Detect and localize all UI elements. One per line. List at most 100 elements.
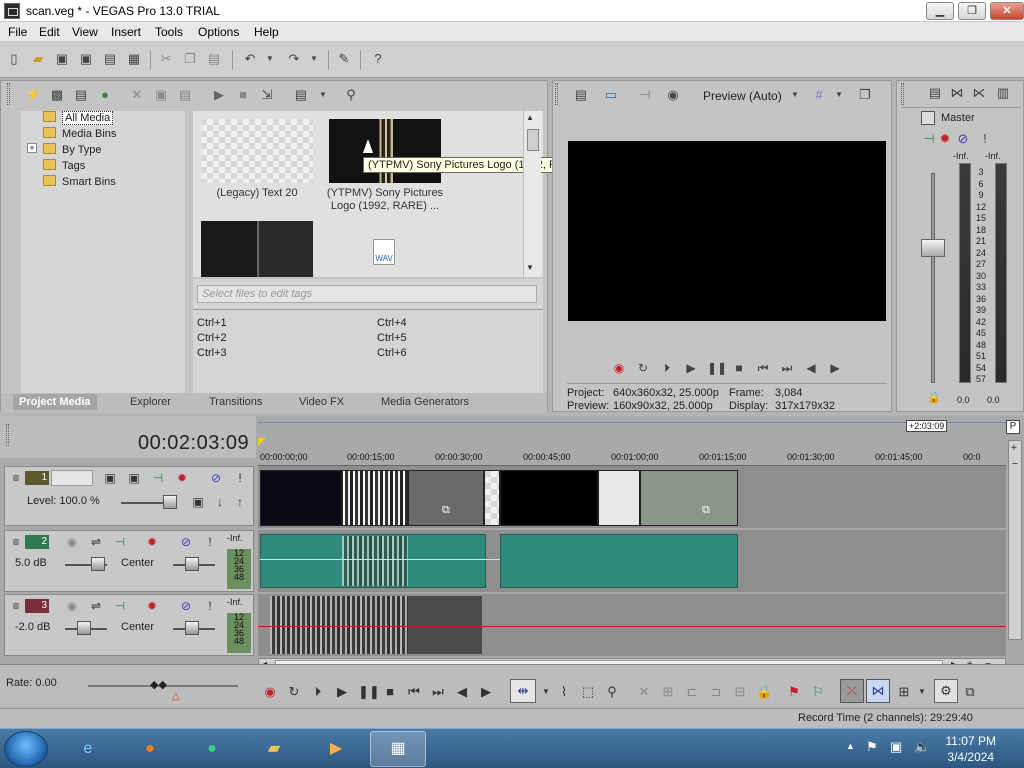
volume-slider-knob[interactable]	[91, 557, 105, 571]
menu-file[interactable]: File	[8, 25, 27, 39]
tree-item-media-bins[interactable]: Media Bins	[43, 127, 116, 142]
arm-record-icon[interactable]: ◉	[65, 599, 79, 613]
invert-phase-icon[interactable]: ⇌	[89, 599, 103, 613]
preview-quality-dropdown[interactable]: Preview (Auto)	[703, 89, 782, 103]
play-icon[interactable]: ▶	[683, 360, 699, 376]
shortcut-label[interactable]: Ctrl+5	[377, 332, 407, 344]
stop-icon[interactable]: ■	[382, 684, 398, 700]
invert-phase-icon[interactable]: ⇌	[89, 535, 103, 549]
panel-grip[interactable]	[901, 83, 904, 105]
redo-icon[interactable]: ↷	[286, 51, 302, 67]
scroll-thumb[interactable]	[527, 129, 539, 151]
minimize-button[interactable]: ▁	[926, 2, 954, 20]
explorer-icon[interactable]: ▰	[246, 731, 302, 767]
track-menu-icon[interactable]: ≡	[9, 535, 23, 549]
save-as-icon[interactable]: ▣	[78, 51, 94, 67]
make-child-icon[interactable]: ↓	[213, 495, 227, 509]
go-to-end-icon[interactable]: ⏭	[430, 684, 446, 700]
tag-input[interactable]: Select files to edit tags	[197, 285, 537, 303]
trim-icon[interactable]: ⊞	[660, 684, 676, 700]
open-icon[interactable]: ▰	[30, 51, 46, 67]
envelope-tool-icon[interactable]: ⌇	[556, 684, 572, 700]
cut-icon[interactable]: ✂	[158, 51, 174, 67]
vegas-icon[interactable]: ▦	[370, 731, 426, 767]
snapping-dropdown-icon[interactable]: ▼	[914, 684, 930, 700]
volume-muted-icon[interactable]: 🔈	[914, 739, 930, 755]
edit-tool-dropdown-icon[interactable]: ▼	[538, 684, 554, 700]
pause-icon[interactable]: ❚❚	[707, 360, 727, 376]
track-lane-audio[interactable]	[258, 530, 1006, 592]
lock-icon[interactable]: 🔒	[756, 684, 772, 700]
close-button[interactable]: ✕	[990, 2, 1024, 20]
solo-icon[interactable]: !	[233, 471, 247, 485]
trim-end-icon[interactable]: ⊐	[708, 684, 724, 700]
preview-properties-icon[interactable]: ▤	[573, 87, 589, 103]
play-from-start-icon[interactable]: ⏵	[310, 684, 326, 700]
split-icon[interactable]: ⊟	[732, 684, 748, 700]
media-scrollbar[interactable]: ▲ ▼	[523, 111, 541, 277]
zoom-tool-icon[interactable]: ⚲	[604, 684, 620, 700]
media-properties-icon[interactable]: ▤	[177, 87, 193, 103]
master-fader-track[interactable]	[931, 173, 935, 383]
video-clip[interactable]	[260, 470, 342, 526]
delete-icon[interactable]: ✕	[636, 684, 652, 700]
preview-screen[interactable]	[568, 141, 886, 321]
solo-icon[interactable]: !	[203, 535, 217, 549]
system-clock[interactable]: 11:07 PM 3/4/2024	[946, 733, 996, 765]
pan-crop-icon[interactable]: ⧉	[702, 504, 710, 517]
next-frame-icon[interactable]: ▶	[827, 360, 843, 376]
insert-region-icon[interactable]: ⚐	[810, 684, 826, 700]
grid-icon[interactable]: #	[811, 87, 827, 103]
record-icon[interactable]: ◉	[262, 684, 278, 700]
video-clip[interactable]	[342, 470, 408, 526]
selection-tool-icon[interactable]: ⬚	[580, 684, 596, 700]
panel-grip[interactable]	[555, 83, 558, 105]
video-clip[interactable]	[500, 470, 598, 526]
render-icon[interactable]: ▦	[126, 51, 142, 67]
overlays-icon[interactable]: ◉	[665, 87, 681, 103]
ie-icon[interactable]: e	[60, 731, 116, 767]
rate-slider-knob[interactable]: ◆◆	[150, 678, 167, 691]
loop-icon[interactable]: ↻	[286, 684, 302, 700]
track-header-video[interactable]: ≡ 1 ▣ ▣ ⊣ ✹ ⊘ ! Level: 100.0 % ▣ ↓ ↑	[4, 466, 254, 526]
make-parent-icon[interactable]: ↑	[233, 495, 247, 509]
downmix-icon[interactable]: ⋈	[949, 85, 965, 101]
external-monitor-icon[interactable]: ▭	[603, 87, 619, 103]
pan-crop-icon[interactable]: ⧉	[442, 504, 450, 517]
maximize-button[interactable]: ❐	[958, 2, 986, 20]
tree-item-smart-bins[interactable]: Smart Bins	[43, 175, 116, 190]
solo-icon[interactable]: !	[203, 599, 217, 613]
menu-edit[interactable]: Edit	[39, 25, 60, 39]
previous-frame-icon[interactable]: ◀	[454, 684, 470, 700]
stop-preview-icon[interactable]: ■	[235, 87, 251, 103]
zoom-out-icon[interactable]: −	[1012, 459, 1018, 470]
shortcut-label[interactable]: Ctrl+4	[377, 317, 407, 329]
start-button[interactable]	[4, 731, 48, 767]
track-menu-icon[interactable]: ≡	[9, 599, 23, 613]
track-fx-icon[interactable]: ✹	[145, 599, 159, 613]
insert-marker-icon[interactable]: ⚑	[786, 684, 802, 700]
go-to-end-icon[interactable]: ⏭	[779, 360, 795, 376]
track-pan-icon[interactable]: ⊣	[113, 535, 127, 549]
zoom-in-icon[interactable]: +	[1011, 443, 1017, 454]
mute-icon[interactable]: ⊘	[209, 471, 223, 485]
compositing-mode-icon[interactable]: ▣	[103, 471, 117, 485]
meters-icon[interactable]: ▥	[995, 85, 1011, 101]
shortcut-label[interactable]: Ctrl+1	[197, 317, 227, 329]
menu-insert[interactable]: Insert	[111, 25, 141, 39]
play-preview-icon[interactable]: ▶	[211, 87, 227, 103]
track-lane-video[interactable]: ⧉ ⧉	[258, 466, 1006, 528]
track-header-audio[interactable]: ≡ 3 ◉ ⇌ ⊣ ✹ ⊘ ! -2.0 dB Center -Inf. 12 …	[4, 594, 254, 656]
track-lane-audio[interactable]	[258, 594, 1006, 656]
shortcut-label[interactable]: Ctrl+6	[377, 347, 407, 359]
mixer-icon[interactable]: ▤	[927, 85, 943, 101]
pan-slider-knob[interactable]	[185, 621, 199, 635]
get-media-web-icon[interactable]: ●	[97, 87, 113, 103]
wav-file-icon[interactable]: WAV	[373, 239, 395, 265]
panel-grip[interactable]	[6, 424, 9, 446]
shortcut-label[interactable]: Ctrl+3	[197, 347, 227, 359]
action-center-icon[interactable]: ⚑	[866, 739, 878, 755]
get-photo-icon[interactable]: ▤	[73, 87, 89, 103]
next-frame-icon[interactable]: ▶	[478, 684, 494, 700]
show-hidden-icons[interactable]: ▲	[846, 741, 855, 751]
